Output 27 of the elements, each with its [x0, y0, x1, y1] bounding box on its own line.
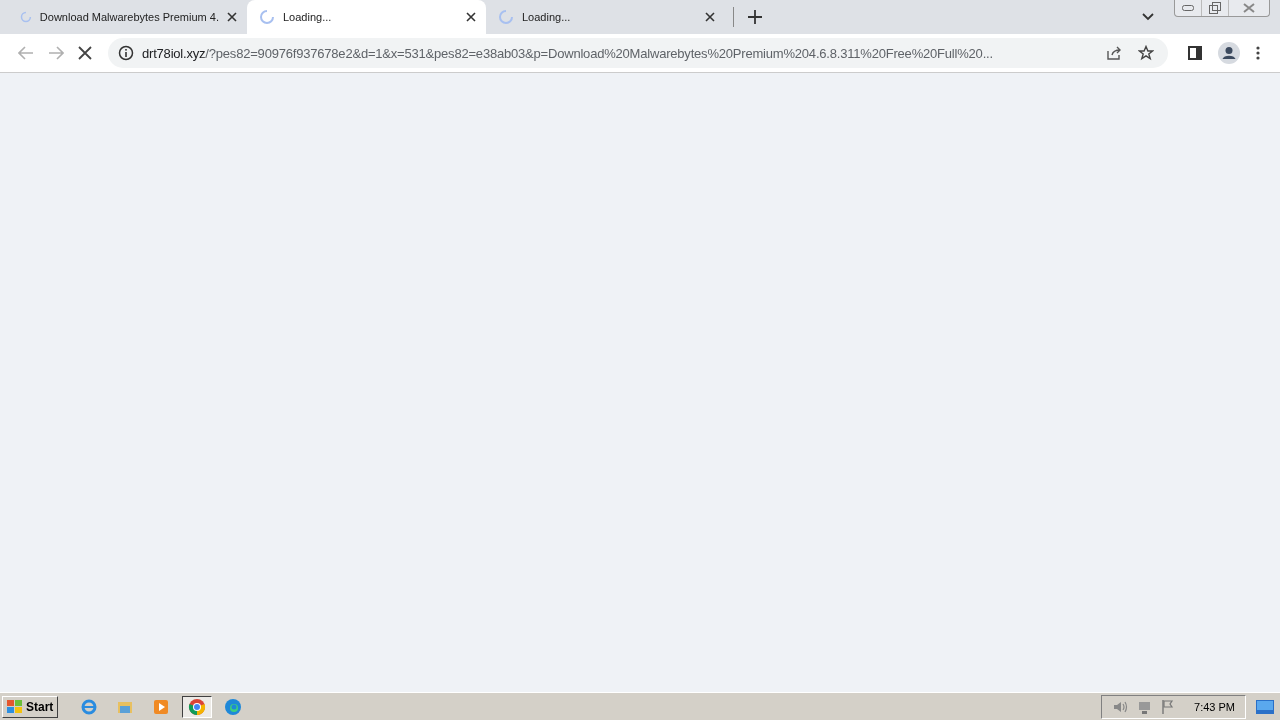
address-bar[interactable]: drt78iol.xyz/?pes82=90976f937678e2&d=1&x=531&pes82=e38ab03&p=Download%20Malwarebytes%20Premium%204.6.8.311%20Free%20Full%20...	[108, 38, 1168, 68]
info-icon[interactable]	[118, 45, 134, 61]
side-panel-icon[interactable]	[1188, 46, 1202, 60]
close-icon[interactable]	[227, 12, 237, 22]
new-tab-icon[interactable]	[748, 10, 762, 24]
share-icon[interactable]	[1106, 45, 1122, 61]
browser-tab[interactable]: Loading...	[486, 0, 725, 34]
close-icon	[1243, 3, 1255, 13]
start-button[interactable]: Start	[2, 696, 59, 718]
restore-icon	[1209, 2, 1221, 14]
url-text: drt78iol.xyz/?pes82=90976f937678e2&d=1&x=531&pes82=e38ab03&p=Download%20Malwarebytes%20Premium%204.6.8.311%20Free%20Full%20...	[142, 45, 994, 61]
profile-avatar-icon[interactable]	[1218, 42, 1240, 64]
close-icon[interactable]	[466, 12, 476, 22]
chrome-icon	[188, 698, 207, 716]
star-icon[interactable]	[1138, 45, 1154, 61]
browser-tab[interactable]: Download Malwarebytes Premium 4.	[8, 0, 247, 34]
minimize-icon	[1182, 5, 1194, 11]
close-icon[interactable]	[705, 12, 715, 22]
media-player-icon	[152, 698, 171, 716]
network-icon[interactable]	[1136, 699, 1153, 715]
stop-icon[interactable]	[78, 46, 92, 60]
clock-text: 7:43 PM	[1194, 701, 1235, 713]
more-menu-icon[interactable]	[1256, 46, 1260, 60]
browser-tab[interactable]: Loading...	[247, 0, 486, 34]
chevron-down-icon[interactable]	[1142, 13, 1154, 21]
windows-logo-icon	[7, 700, 23, 714]
taskbar-app-button[interactable]	[182, 696, 213, 718]
